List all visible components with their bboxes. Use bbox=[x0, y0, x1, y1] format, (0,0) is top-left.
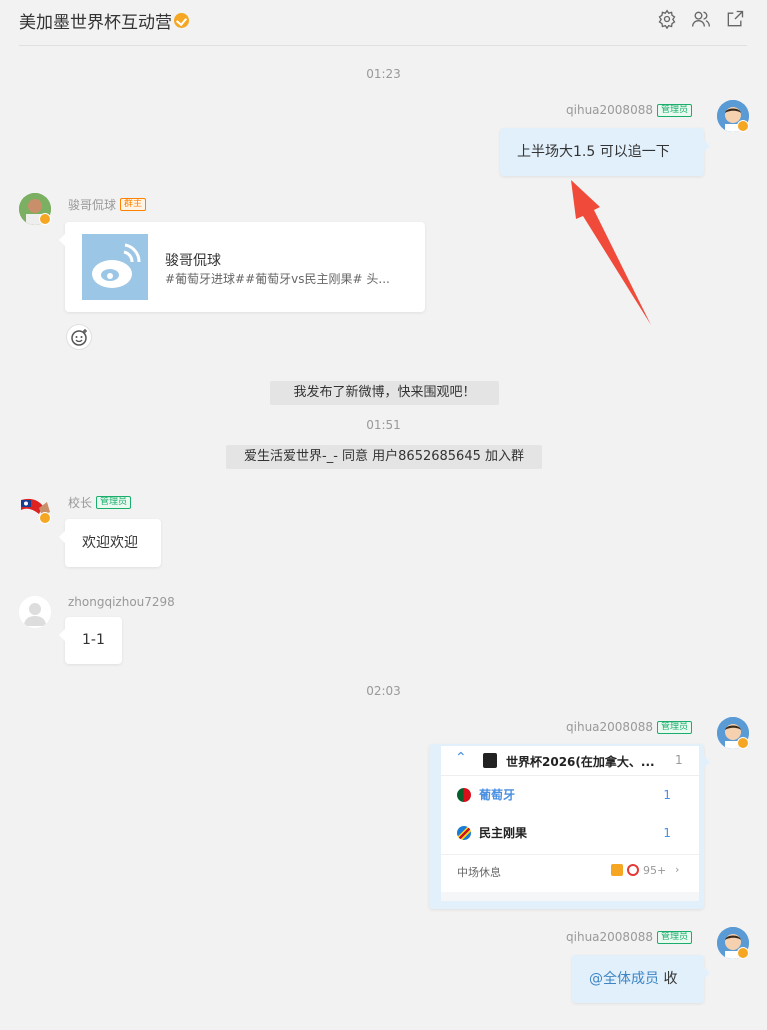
sender-name: zhongqizhou7298 bbox=[68, 595, 175, 609]
weibo-logo-thumbnail bbox=[82, 234, 148, 300]
chat-icon bbox=[611, 864, 623, 876]
sender-name: qihua2008088 管理员 bbox=[566, 930, 692, 944]
message-bubble[interactable]: 1-1 bbox=[59, 617, 122, 664]
message-text: 欢迎欢迎 bbox=[82, 535, 138, 551]
emoji-add-icon bbox=[71, 329, 87, 346]
card-description: #葡萄牙进球##葡萄牙vs民主刚果# 头... bbox=[165, 272, 390, 286]
sender-name: qihua2008088 管理员 bbox=[566, 720, 692, 734]
default-avatar-icon bbox=[19, 596, 51, 628]
message-text: 收 bbox=[659, 971, 678, 987]
collapse-chevron-icon: ⌃ bbox=[455, 750, 467, 766]
card-footer-strip bbox=[441, 892, 699, 901]
team-score: 1 bbox=[663, 788, 671, 802]
team-score: 1 bbox=[663, 826, 671, 840]
team-name: 民主刚果 bbox=[479, 826, 528, 840]
admin-tag: 管理员 bbox=[96, 496, 132, 509]
admin-tag: 管理员 bbox=[656, 720, 692, 734]
card-title: 骏哥侃球 bbox=[165, 253, 221, 269]
message-bubble[interactable]: @全体成员 收 bbox=[572, 955, 710, 1003]
comment-count: 95+ bbox=[643, 864, 667, 877]
live-icon bbox=[627, 864, 639, 876]
weibo-share-card[interactable]: 骏哥侃球 #葡萄牙进球##葡萄牙vs民主刚果# 头... bbox=[59, 222, 425, 312]
row-divider bbox=[441, 854, 699, 855]
team-name: 葡萄牙 bbox=[479, 788, 516, 802]
dr-congo-flag-icon bbox=[457, 825, 471, 840]
owner-tag: 群主 bbox=[120, 198, 147, 211]
system-message: 我发布了新微博，快来围观吧！ bbox=[270, 381, 499, 405]
team-row: 葡萄牙 1 bbox=[457, 786, 699, 803]
sender-name-text: qihua2008088 bbox=[566, 930, 653, 944]
world-cup-logo-icon bbox=[483, 753, 497, 768]
match-score-screenshot: ⌃ 世界杯2026(在加拿大、... 1 葡萄牙 1 民主刚果 1 中场休息 9… bbox=[441, 746, 699, 901]
match-status-row: 中场休息 95+ › bbox=[457, 863, 699, 880]
sender-name-text: zhongqizhou7298 bbox=[68, 595, 175, 609]
admin-tag: 管理员 bbox=[656, 930, 692, 944]
sender-name-text: 校长 bbox=[68, 496, 93, 510]
image-message[interactable]: ⌃ 世界杯2026(在加拿大、... 1 葡萄牙 1 民主刚果 1 中场休息 9… bbox=[429, 744, 710, 909]
sender-name: 校长 管理员 bbox=[68, 494, 132, 511]
system-message: 爱生活爱世界-_- 同意 用户8652685645 加入群 bbox=[226, 445, 542, 469]
timestamp: 01:51 bbox=[366, 418, 401, 432]
message-bubble[interactable]: 欢迎欢迎 bbox=[59, 519, 161, 567]
sender-name-text: 骏哥侃球 bbox=[68, 198, 117, 212]
mention-all-link[interactable]: @全体成员 bbox=[589, 971, 659, 987]
league-header: ⌃ 世界杯2026(在加拿大、... 1 bbox=[441, 746, 699, 776]
league-count: 1 bbox=[675, 753, 683, 767]
portugal-flag-icon bbox=[457, 787, 471, 802]
chevron-right-icon: › bbox=[675, 863, 680, 876]
sender-name: 骏哥侃球 群主 bbox=[68, 196, 147, 213]
message-text: 1-1 bbox=[82, 632, 105, 648]
verified-badge-icon bbox=[737, 737, 749, 749]
verified-badge-icon bbox=[39, 213, 51, 225]
verified-badge-icon bbox=[737, 947, 749, 959]
team-row: 民主刚果 1 bbox=[457, 824, 699, 841]
add-reaction-button[interactable] bbox=[66, 324, 92, 350]
match-status: 中场休息 bbox=[457, 866, 501, 879]
sender-name-text: qihua2008088 bbox=[566, 720, 653, 734]
verified-badge-icon bbox=[39, 512, 51, 524]
avatar[interactable] bbox=[19, 596, 51, 628]
timestamp: 02:03 bbox=[366, 684, 401, 698]
league-name: 世界杯2026(在加拿大、... bbox=[506, 755, 655, 769]
weibo-icon bbox=[92, 243, 141, 288]
